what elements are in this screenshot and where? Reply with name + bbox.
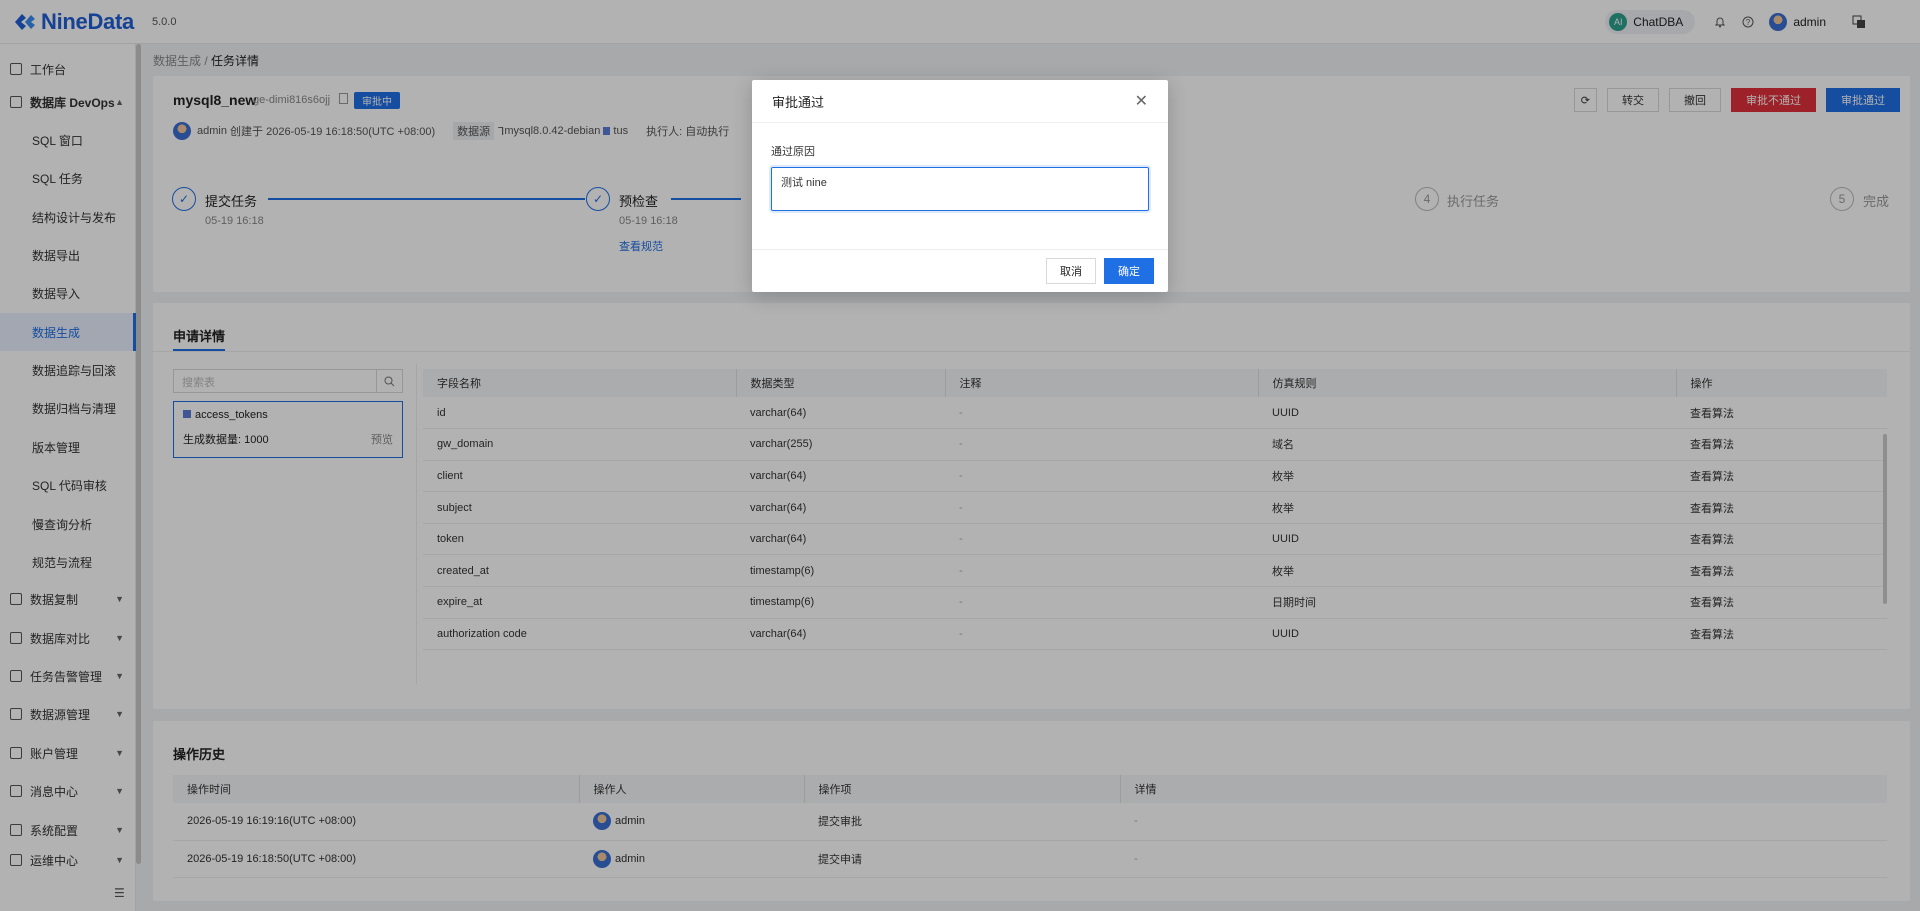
approve-dialog: 审批通过 ✕ 通过原因 测试 nine 取消 确定 bbox=[752, 80, 1168, 292]
dialog-footer: 取消 确定 bbox=[752, 249, 1168, 292]
reason-textarea[interactable]: 测试 nine bbox=[771, 167, 1149, 211]
dialog-header: 审批通过 ✕ bbox=[752, 80, 1168, 123]
cancel-button[interactable]: 取消 bbox=[1046, 258, 1096, 284]
close-icon[interactable]: ✕ bbox=[1135, 91, 1148, 111]
reason-label: 通过原因 bbox=[771, 146, 815, 158]
dialog-title: 审批通过 bbox=[772, 94, 825, 110]
confirm-button[interactable]: 确定 bbox=[1104, 258, 1154, 284]
